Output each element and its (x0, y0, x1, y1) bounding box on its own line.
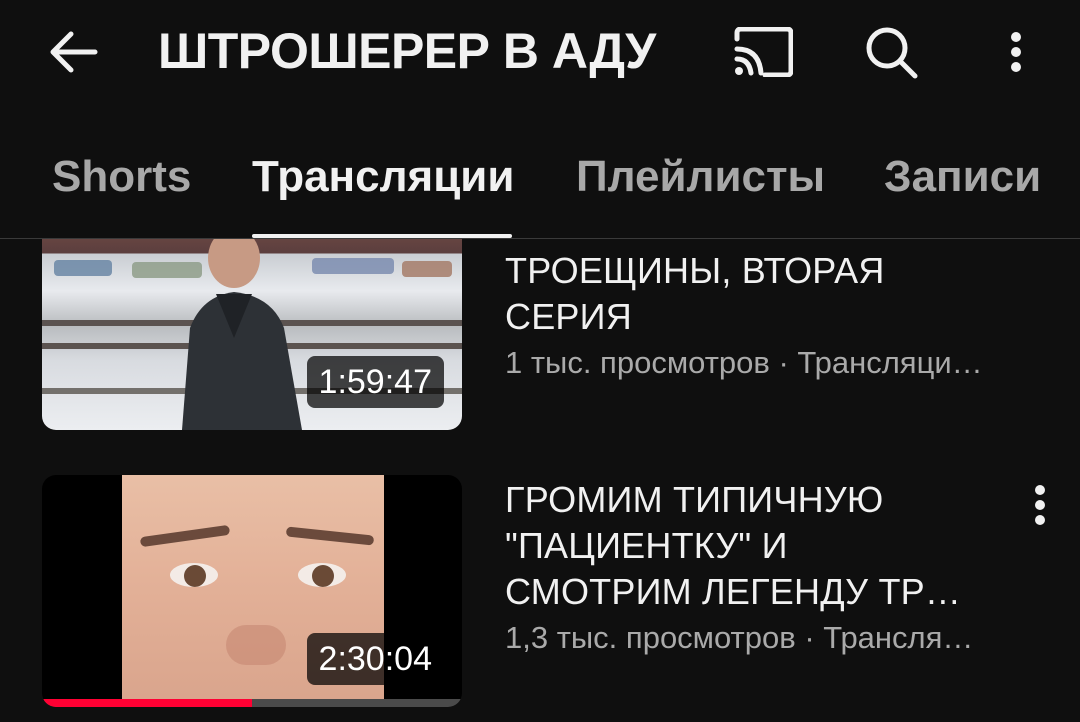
cast-button[interactable] (730, 22, 796, 82)
active-tab-indicator (252, 234, 512, 238)
channel-tabs: Shorts Трансляции Плейлисты Записи (0, 105, 1080, 239)
tab-streams[interactable]: Трансляции (252, 151, 514, 203)
video-title-line: "ПАЦИЕНТКУ" И (505, 525, 788, 566)
video-meta: 1 тыс. просмотров · Трансляци… (505, 345, 983, 380)
watch-progress-bar (42, 699, 462, 707)
video-info[interactable]: ГРОМИМ ТИПИЧНУЮ "ПАЦИЕНТКУ" И СМОТРИМ ЛЕ… (505, 477, 1025, 661)
cast-icon (734, 27, 793, 77)
video-thumbnail[interactable]: 2:30:04 (42, 475, 462, 707)
tab-shorts[interactable]: Shorts (52, 151, 191, 203)
search-icon (866, 27, 918, 79)
search-button[interactable] (858, 20, 924, 84)
video-duration: 2:30:04 (306, 633, 444, 685)
video-item[interactable]: 2:30:04 ГРОМИМ ТИПИЧНУЮ "ПАЦИЕНТКУ" И СМ… (0, 475, 1080, 707)
arrow-left-icon (50, 31, 98, 73)
video-duration: 1:59:47 (306, 356, 444, 408)
channel-page: 1:59:47 ТРОЕЩИНЫ, ВТОРАЯ СЕРИЯ 1 тыс. пр… (0, 0, 1080, 722)
video-more-button[interactable] (1018, 475, 1062, 535)
video-title-line: СМОТРИМ ЛЕГЕНДУ ТР… (505, 571, 962, 612)
video-title-line: ТРОЕЩИНЫ, ВТОРАЯ (505, 250, 885, 291)
more-vertical-icon (1011, 32, 1021, 72)
watch-progress-fill (42, 699, 252, 707)
back-button[interactable] (40, 22, 106, 82)
tab-posts[interactable]: Записи (884, 151, 1041, 203)
video-info[interactable]: ТРОЕЩИНЫ, ВТОРАЯ СЕРИЯ 1 тыс. просмотров… (505, 248, 1025, 386)
more-vertical-icon (1035, 485, 1045, 525)
video-title-line: СЕРИЯ (505, 296, 632, 337)
app-header: ШТРОШЕРЕР В АДУ (0, 0, 1080, 105)
person-figure (182, 218, 302, 430)
tab-playlists[interactable]: Плейлисты (576, 151, 825, 203)
video-title-line: ГРОМИМ ТИПИЧНУЮ (505, 479, 884, 520)
more-button[interactable] (994, 22, 1038, 82)
channel-title: ШТРОШЕРЕР В АДУ (158, 23, 656, 79)
video-meta: 1,3 тыс. просмотров · Трансля… (505, 620, 974, 655)
